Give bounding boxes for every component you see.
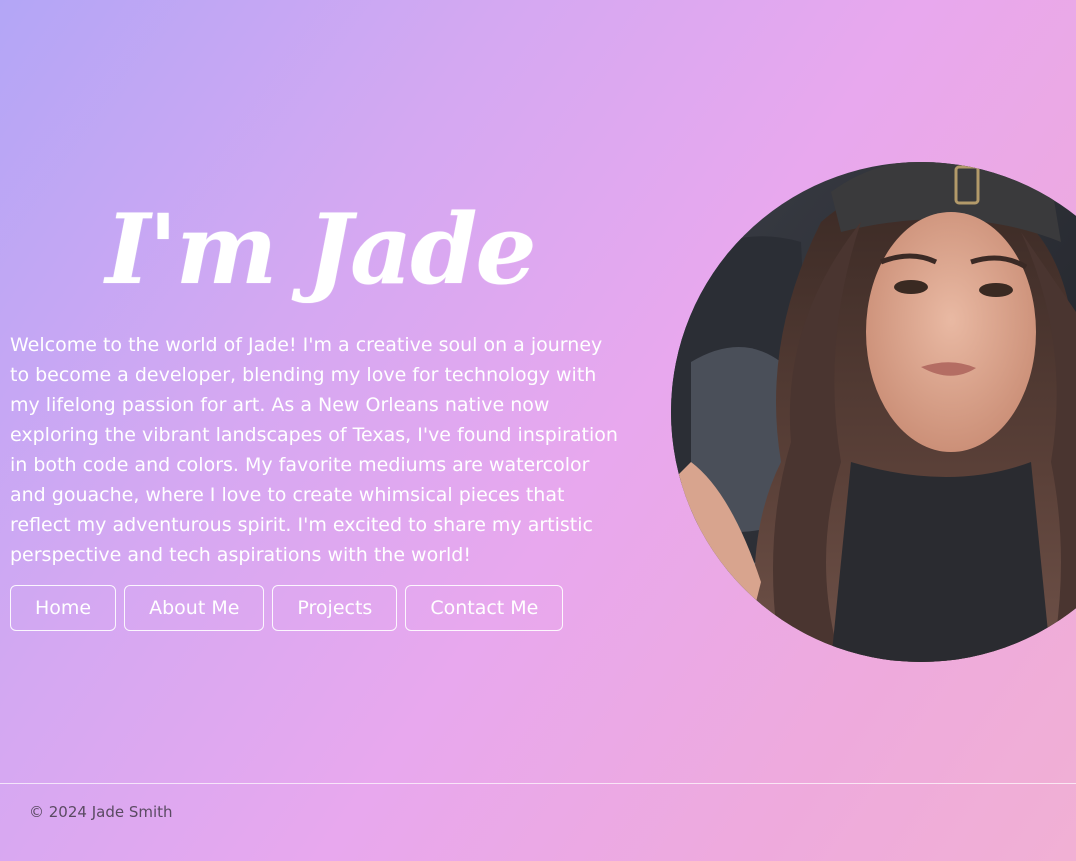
about-me-button[interactable]: About Me [124, 585, 265, 631]
intro-paragraph: Welcome to the world of Jade! I'm a crea… [10, 334, 618, 566]
hero-title: I'm Jade [105, 193, 536, 306]
footer-divider [0, 783, 1076, 784]
home-button[interactable]: Home [10, 585, 117, 631]
main-nav: Home About Me Projects Contact Me [10, 585, 564, 631]
profile-photo [671, 162, 1076, 662]
contact-me-button[interactable]: Contact Me [405, 585, 564, 631]
footer-copyright: © 2024 Jade Smith [29, 803, 173, 821]
projects-button[interactable]: Projects [272, 585, 398, 631]
